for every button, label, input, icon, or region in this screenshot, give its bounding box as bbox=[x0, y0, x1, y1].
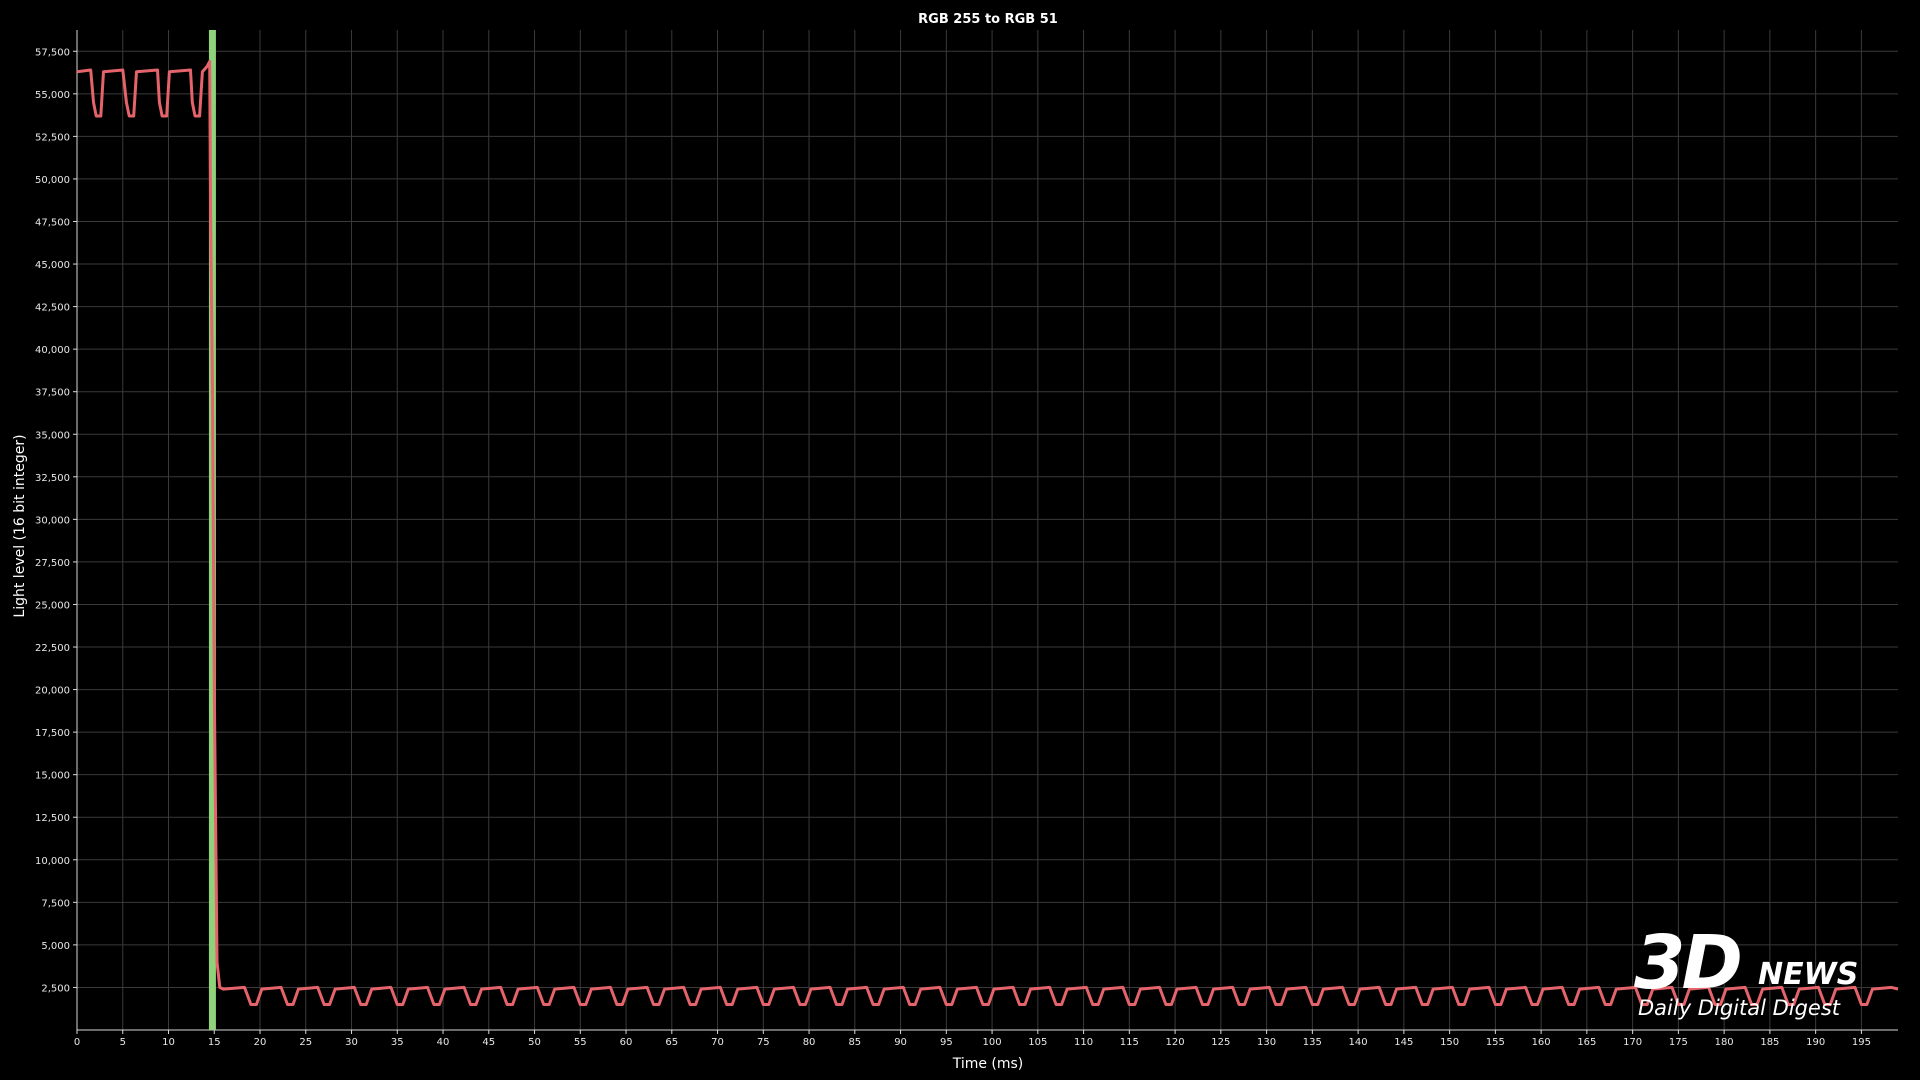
y-tick-label: 7,500 bbox=[41, 898, 70, 909]
y-tick-label: 40,000 bbox=[35, 345, 70, 356]
x-tick-label: 120 bbox=[1166, 1037, 1185, 1048]
y-tick-label: 50,000 bbox=[35, 175, 70, 186]
x-tick-label: 185 bbox=[1760, 1037, 1779, 1048]
x-tick-label: 60 bbox=[620, 1037, 633, 1048]
x-axis-label: Time (ms) bbox=[952, 1056, 1024, 1072]
y-axis-label: Light level (16 bit integer) bbox=[12, 434, 28, 617]
x-tick-label: 45 bbox=[482, 1037, 495, 1048]
y-tick-label: 42,500 bbox=[35, 303, 70, 314]
x-tick-label: 125 bbox=[1211, 1037, 1230, 1048]
x-tick-label: 50 bbox=[528, 1037, 541, 1048]
chart-title: RGB 255 to RGB 51 bbox=[918, 12, 1058, 27]
x-tick-label: 170 bbox=[1623, 1037, 1642, 1048]
x-tick-label: 80 bbox=[803, 1037, 816, 1048]
watermark-tagline: Daily Digital Digest bbox=[1638, 996, 1841, 1020]
y-tick-label: 17,500 bbox=[35, 728, 70, 739]
y-tick-label: 2,500 bbox=[41, 983, 70, 994]
y-tick-label: 45,000 bbox=[35, 260, 70, 271]
y-tick-label: 22,500 bbox=[35, 643, 70, 654]
x-tick-label: 190 bbox=[1806, 1037, 1825, 1048]
y-tick-label: 15,000 bbox=[35, 771, 70, 782]
x-tick-label: 105 bbox=[1028, 1037, 1047, 1048]
x-tick-label: 0 bbox=[74, 1037, 80, 1048]
x-tick-label: 100 bbox=[983, 1037, 1002, 1048]
y-tick-label: 25,000 bbox=[35, 600, 70, 611]
x-tick-label: 135 bbox=[1303, 1037, 1322, 1048]
y-tick-label: 57,500 bbox=[35, 47, 70, 58]
y-tick-label: 37,500 bbox=[35, 388, 70, 399]
watermark-logo-news: NEWS bbox=[1758, 957, 1859, 992]
x-tick-label: 90 bbox=[894, 1037, 907, 1048]
y-tick-label: 35,000 bbox=[35, 430, 70, 441]
x-tick-label: 75 bbox=[757, 1037, 770, 1048]
y-tick-label: 52,500 bbox=[35, 132, 70, 143]
y-tick-label: 5,000 bbox=[41, 941, 70, 952]
x-tick-label: 175 bbox=[1669, 1037, 1688, 1048]
x-tick-label: 25 bbox=[299, 1037, 312, 1048]
watermark-logo-3d: 3D bbox=[1634, 920, 1743, 1006]
x-tick-label: 195 bbox=[1852, 1037, 1871, 1048]
x-tick-label: 180 bbox=[1715, 1037, 1734, 1048]
y-tick-label: 47,500 bbox=[35, 217, 70, 228]
x-tick-label: 140 bbox=[1349, 1037, 1368, 1048]
x-tick-label: 130 bbox=[1257, 1037, 1276, 1048]
y-tick-label: 55,000 bbox=[35, 90, 70, 101]
x-tick-label: 155 bbox=[1486, 1037, 1505, 1048]
x-tick-label: 15 bbox=[208, 1037, 221, 1048]
y-tick-label: 20,000 bbox=[35, 686, 70, 697]
y-tick-label: 10,000 bbox=[35, 856, 70, 867]
x-tick-label: 150 bbox=[1440, 1037, 1459, 1048]
x-tick-label: 30 bbox=[345, 1037, 358, 1048]
x-tick-label: 85 bbox=[848, 1037, 861, 1048]
line-chart: RGB 255 to RGB 51 2,500 5,000 7,500 10,000 1… bbox=[0, 0, 1920, 1080]
chart-background bbox=[0, 0, 1920, 1080]
watermark-logo: 3D NEWS Daily Digital Digest bbox=[1634, 926, 1890, 1026]
x-tick-label: 95 bbox=[940, 1037, 953, 1048]
x-tick-label: 10 bbox=[162, 1037, 175, 1048]
x-tick-label: 65 bbox=[665, 1037, 678, 1048]
x-tick-label: 40 bbox=[437, 1037, 450, 1048]
x-tick-label: 20 bbox=[254, 1037, 267, 1048]
y-tick-label: 32,500 bbox=[35, 473, 70, 484]
x-tick-label: 35 bbox=[391, 1037, 404, 1048]
x-tick-label: 115 bbox=[1120, 1037, 1139, 1048]
y-tick-label: 27,500 bbox=[35, 558, 70, 569]
x-tick-label: 55 bbox=[574, 1037, 587, 1048]
x-tick-label: 110 bbox=[1074, 1037, 1093, 1048]
x-tick-label: 5 bbox=[120, 1037, 126, 1048]
y-tick-label: 12,500 bbox=[35, 813, 70, 824]
y-tick-label: 30,000 bbox=[35, 515, 70, 526]
x-tick-label: 70 bbox=[711, 1037, 724, 1048]
x-tick-label: 165 bbox=[1577, 1037, 1596, 1048]
x-tick-label: 145 bbox=[1394, 1037, 1413, 1048]
x-tick-label: 160 bbox=[1532, 1037, 1551, 1048]
